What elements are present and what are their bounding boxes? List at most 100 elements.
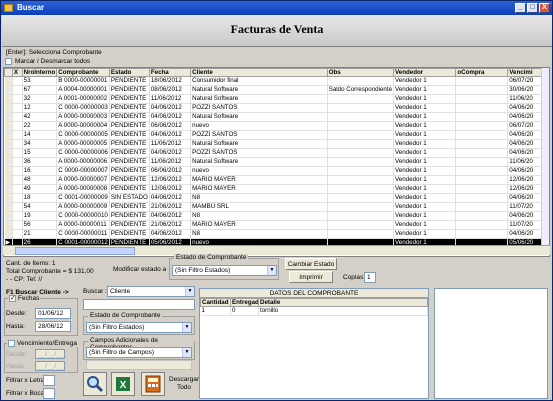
row-checkbox-cell[interactable] [12,229,23,239]
campos-value-input[interactable] [86,360,192,370]
chevron-down-icon[interactable]: ▼ [182,323,191,332]
svg-text:X: X [120,380,127,391]
row-checkbox-cell[interactable] [12,85,23,95]
column-header[interactable]: Comprobante [56,68,110,77]
row-checkbox-cell[interactable] [12,148,23,158]
table-row[interactable]: 48 A 0000-00000007 PENDIENTE 12/06/2012 MARI… [4,175,549,185]
table-row[interactable]: 15 C 0000-00000006 PENDIENTE 04/06/2012 POZZ… [4,148,549,158]
row-checkbox-cell[interactable] [12,112,23,122]
chevron-down-icon[interactable]: ▼ [182,348,191,357]
select-all-checkbox[interactable] [5,58,12,65]
table-row[interactable]: 32 A 0001-00000002 PENDIENTE 11/06/2012 Natu… [4,94,549,104]
copias-input[interactable]: 1 [364,272,376,283]
detalle-column-header[interactable]: Detalle [258,298,428,307]
row-checkbox-cell[interactable] [12,76,23,86]
table-row[interactable]: 21 C 0000-00000011 PENDIENTE 04/06/2012 N8 Ve… [4,229,549,239]
table-cell: 53 [22,76,58,86]
table-row[interactable]: 53 B 0000-00000001 PENDIENTE 18/06/2012 Cons… [4,76,549,86]
column-header[interactable]: oCompra [455,68,509,77]
row-checkbox-cell[interactable] [12,184,23,194]
vencimiento-checkbox[interactable] [8,340,15,347]
v-hasta-input[interactable]: __/__/__ [35,361,65,371]
table-row[interactable]: 14 C 0000-00000005 PENDIENTE 04/06/2012 POZZ… [4,130,549,140]
table-row[interactable]: 67 A 0004-00000001 PENDIENTE 08/06/2012 Natu… [4,85,549,95]
table-row[interactable]: 42 A 0000-00000003 PENDIENTE 04/06/2012 Natu… [4,112,549,122]
filtrar-boca-input[interactable] [43,388,55,399]
maximize-button[interactable]: □ [527,3,538,13]
estado-filter-select[interactable]: (Sin Filtro Estados) ▼ [86,322,192,333]
column-header[interactable]: X [11,68,23,77]
column-header[interactable]: Cliente [190,68,328,77]
vertical-scrollbar[interactable] [541,68,549,246]
table-cell: Vendedor 1 [393,76,457,86]
excel-export-button[interactable]: X [111,372,135,396]
table-row[interactable]: 16 C 0000-00000007 PENDIENTE 06/06/2012 nuev… [4,166,549,176]
imprimir-button[interactable]: Imprimir [289,271,333,283]
row-checkbox-cell[interactable] [12,202,23,212]
detalle-row[interactable]: 1 0 tornillo [200,306,428,316]
detalle-column-header[interactable]: Cantidad [200,298,231,307]
table-cell: Natural Software [190,139,328,149]
row-checkbox-cell[interactable] [12,193,23,203]
column-header[interactable]: NroInterno [21,68,58,77]
table-row[interactable]: 49 A 0000-00000008 PENDIENTE 12/06/2012 MARI… [4,184,549,194]
invoices-grid[interactable]: X NroInterno Comprobante Estado Fecha Cliente… [3,67,550,257]
row-checkbox-cell[interactable] [12,94,23,104]
row-checkbox-cell[interactable] [12,103,23,113]
fechas-toggle[interactable]: Fechas [8,295,41,302]
horizontal-scrollbar[interactable] [3,245,550,255]
notes-panel[interactable] [434,288,548,399]
table-cell: Vendedor 1 [393,229,457,239]
table-cell: PENDIENTE [109,121,150,131]
estado-top-select[interactable]: (Sin Filtro Estados) ▼ [172,265,277,276]
chevron-down-icon[interactable]: ▼ [267,266,276,275]
buscar-select[interactable]: Cliente ▼ [107,286,195,297]
row-checkbox-cell[interactable] [12,121,23,131]
column-header[interactable]: Estado [108,68,150,77]
table-cell: PENDIENTE [109,211,150,221]
page-title: Facturas de Venta [230,22,324,36]
chevron-down-icon[interactable]: ▼ [185,287,194,296]
row-indicator [4,112,13,122]
column-header[interactable]: Vendedor [393,68,457,77]
table-cell [327,193,395,203]
row-checkbox-cell[interactable] [12,157,23,167]
campos-select[interactable]: (Sin Filtro de Campos) ▼ [86,347,192,358]
table-header-row: X NroInterno Comprobante Estado Fecha Cliente… [4,68,549,77]
table-row[interactable]: 18 C 0001-00000009 SIN ESTADO 04/06/2012 N8 V… [4,193,549,203]
select-all-toggle[interactable]: Marcar / Desmarcar todos [5,58,90,65]
vencimiento-toggle[interactable]: Vencimiento/Entrega [7,340,78,347]
column-header[interactable]: Fecha [148,68,192,77]
table-row[interactable]: 19 C 0000-00000010 PENDIENTE 04/06/2012 N8 Ve… [4,211,549,221]
detalle-column-header[interactable]: Entregado [230,298,259,307]
cambiar-estado-button[interactable]: Cambiar Estado [285,258,337,270]
row-checkbox-cell[interactable] [12,139,23,149]
row-checkbox-cell[interactable] [12,166,23,176]
table-row[interactable]: 34 A 0000-00000005 PENDIENTE 11/06/2012 Natu… [4,139,549,149]
calculator-button[interactable] [141,372,165,396]
hasta-date-input[interactable]: 28/06/12 [35,321,71,332]
table-cell: 06/06/2012 [149,166,192,176]
scroll-thumb[interactable] [15,247,135,255]
table-row[interactable]: 12 C 0000-00000003 PENDIENTE 04/06/2012 POZZ… [4,103,549,113]
row-checkbox-cell[interactable] [12,130,23,140]
fechas-checkbox[interactable] [9,295,16,302]
buscar-text-input[interactable] [83,299,195,310]
table-cell: A 0004-00000001 [56,85,110,95]
table-row[interactable]: 56 A 0000-00000011 PENDIENTE 21/06/2012 MARI… [4,220,549,230]
minimize-button[interactable]: _ [515,3,526,13]
row-checkbox-cell[interactable] [12,175,23,185]
table-row[interactable]: 36 A 0000-00000006 PENDIENTE 11/06/2012 Natu… [4,157,549,167]
filtrar-letra-input[interactable] [43,375,55,386]
table-row[interactable]: 22 A 0000-00000004 PENDIENTE 06/06/2012 nuev… [4,121,549,131]
table-row[interactable]: 54 A 0000-00000009 PENDIENTE 21/06/2012 MAMB… [4,202,549,212]
v-desde-input[interactable]: __/__/__ [35,349,65,359]
descargar-todo-button[interactable]: Descargar Todo [169,376,199,392]
row-checkbox-cell[interactable] [12,220,23,230]
column-header[interactable]: Obs [326,68,395,77]
desde-date-input[interactable]: 01/06/12 [35,308,71,319]
close-button[interactable]: X [539,3,550,13]
table-cell: 04/06/2012 [149,148,192,158]
row-checkbox-cell[interactable] [12,211,23,221]
search-button[interactable] [83,372,107,396]
